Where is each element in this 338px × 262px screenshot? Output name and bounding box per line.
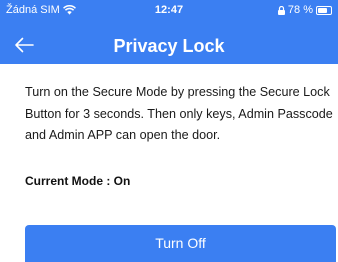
orientation-lock-icon (277, 5, 285, 15)
nav-bar: Privacy Lock (0, 27, 338, 63)
page-title: Privacy Lock (113, 36, 225, 56)
turn-off-button[interactable]: Turn Off (25, 225, 336, 262)
secure-mode-description: Turn on the Secure Mode by pressing the … (25, 85, 333, 142)
battery-level (318, 7, 327, 13)
status-bar: Žádná SIM 12:47 78 % (0, 0, 338, 20)
status-battery-group: 78 % (277, 4, 332, 16)
battery-percent: 78 % (287, 4, 313, 16)
app-header: Žádná SIM 12:47 78 % Privacy Lock (0, 0, 338, 64)
battery-icon (316, 5, 332, 15)
current-mode-label: Current Mode : On (25, 174, 131, 188)
